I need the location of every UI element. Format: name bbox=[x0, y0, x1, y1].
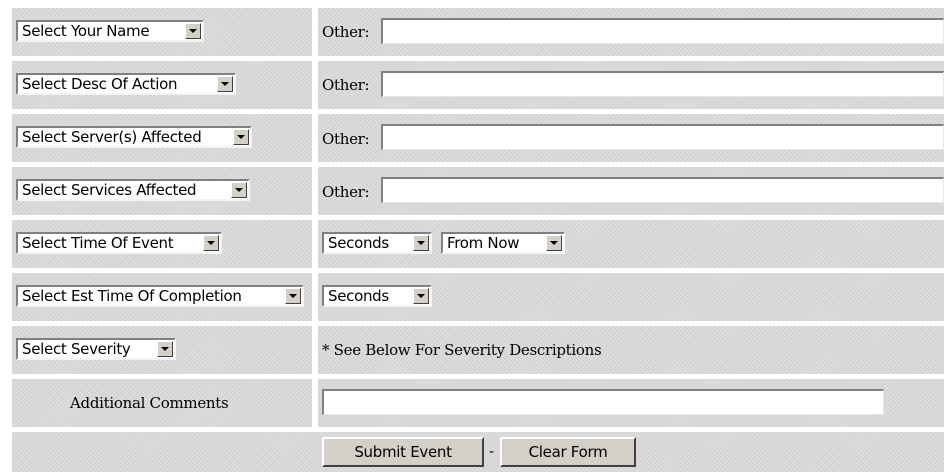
servers-other-input[interactable] bbox=[381, 124, 944, 150]
action-select-value: Select Desc Of Action bbox=[22, 75, 178, 93]
clear-form-button[interactable]: Clear Form bbox=[500, 437, 636, 467]
servers-select[interactable]: Select Server(s) Affected bbox=[16, 126, 252, 148]
services-other-input[interactable] bbox=[381, 177, 944, 203]
time-relation-value: From Now bbox=[447, 234, 520, 252]
severity-select[interactable]: Select Severity bbox=[16, 338, 176, 360]
chevron-down-icon bbox=[157, 341, 173, 357]
event-form: Select Your Name Other: Select Desc Of A… bbox=[0, 0, 944, 472]
services-select-value: Select Services Affected bbox=[22, 181, 197, 199]
servers-select-value: Select Server(s) Affected bbox=[22, 128, 202, 146]
action-other-label: Other: bbox=[322, 76, 370, 94]
chevron-down-icon bbox=[413, 288, 429, 304]
action-select[interactable]: Select Desc Of Action bbox=[16, 73, 236, 95]
severity-select-value: Select Severity bbox=[22, 340, 131, 358]
services-select[interactable]: Select Services Affected bbox=[16, 179, 250, 201]
completion-select[interactable]: Select Est Time Of Completion bbox=[16, 285, 304, 307]
name-other-input[interactable] bbox=[381, 18, 944, 44]
time-unit-select[interactable]: Seconds bbox=[322, 232, 432, 254]
servers-other-label: Other: bbox=[322, 130, 370, 148]
name-other-label: Other: bbox=[322, 23, 370, 41]
comments-label: Additional Comments bbox=[70, 394, 229, 412]
time-unit-value: Seconds bbox=[328, 234, 389, 252]
comments-input[interactable] bbox=[322, 389, 884, 415]
chevron-down-icon bbox=[185, 23, 201, 39]
time-relation-select[interactable]: From Now bbox=[441, 232, 565, 254]
chevron-down-icon bbox=[203, 235, 219, 251]
severity-note: * See Below For Severity Descriptions bbox=[322, 341, 602, 359]
chevron-down-icon bbox=[233, 129, 249, 145]
name-select-value: Select Your Name bbox=[22, 22, 150, 40]
completion-select-value: Select Est Time Of Completion bbox=[22, 287, 242, 305]
name-select[interactable]: Select Your Name bbox=[16, 20, 204, 42]
action-other-input[interactable] bbox=[381, 71, 944, 97]
chevron-down-icon bbox=[217, 76, 233, 92]
time-of-event-value: Select Time Of Event bbox=[22, 234, 174, 252]
completion-unit-select[interactable]: Seconds bbox=[322, 285, 432, 307]
chevron-down-icon bbox=[546, 235, 562, 251]
chevron-down-icon bbox=[231, 182, 247, 198]
submit-event-button[interactable]: Submit Event bbox=[322, 437, 484, 467]
completion-unit-value: Seconds bbox=[328, 287, 389, 305]
chevron-down-icon bbox=[285, 288, 301, 304]
services-other-label: Other: bbox=[322, 183, 370, 201]
chevron-down-icon bbox=[413, 235, 429, 251]
button-separator: - bbox=[489, 444, 495, 460]
time-of-event-select[interactable]: Select Time Of Event bbox=[16, 232, 222, 254]
